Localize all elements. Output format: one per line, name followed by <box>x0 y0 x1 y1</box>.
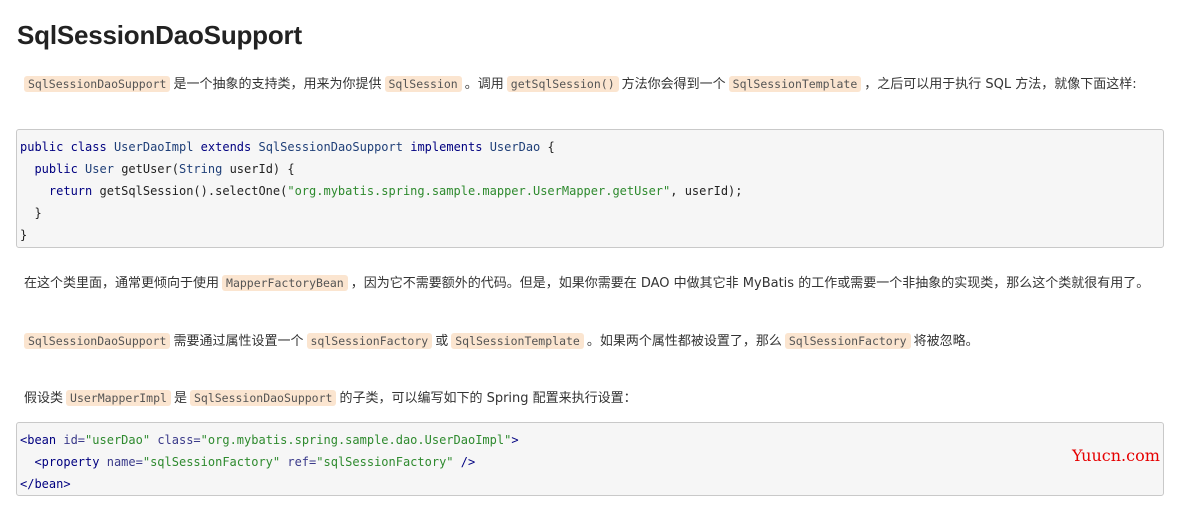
paragraph-text: 在这个类里面，通常更倾向于使用 <box>24 276 220 291</box>
paragraph-text: 是 <box>173 391 187 406</box>
usage-paragraph: 在这个类里面，通常更倾向于使用 MapperFactoryBean ，因为它不需要额… <box>24 272 1164 295</box>
java-code-block: public class UserDaoImpl extends SqlSess… <box>16 129 1164 248</box>
paragraph-text: ，因为它不需要额外的代码。但是，如果你需要在 DAO 中做其它非 MyBatis… <box>350 276 1150 291</box>
paragraph-text: 需要通过属性设置一个 <box>173 334 304 349</box>
paragraph-text: 或 <box>435 334 449 349</box>
paragraph-text: ，之后可以用于执行 SQL 方法，就像下面这样: <box>864 77 1137 92</box>
paragraph-text: 的子类，可以编写如下的 Spring 配置来执行设置： <box>339 391 637 406</box>
inline-code: SqlSessionDaoSupport <box>24 333 171 349</box>
paragraph-text: 方法你会得到一个 <box>621 77 726 92</box>
inline-code: UserMapperImpl <box>66 390 171 406</box>
code-line: <bean id="userDao" class="org.mybatis.sp… <box>20 433 519 447</box>
code-line: } <box>34 206 42 220</box>
watermark: Yuucn.com <box>1072 446 1160 465</box>
code-line: </bean> <box>20 477 71 491</box>
inline-code: SqlSession <box>384 76 462 92</box>
intro-paragraph: SqlSessionDaoSupport 是一个抽象的支持类，用来为你提供 SqlS… <box>24 73 1164 96</box>
inline-code: SqlSessionDaoSupport <box>189 390 337 406</box>
inline-code: SqlSessionDaoSupport <box>24 76 171 92</box>
code-line: } <box>20 228 28 242</box>
paragraph-text: 将被忽略。 <box>913 334 979 349</box>
xml-code-block: <bean id="userDao" class="org.mybatis.sp… <box>16 422 1164 496</box>
config-paragraph: 假设类 UserMapperImpl 是 SqlSessionDaoSupport 的子… <box>24 387 1164 410</box>
inline-code: SqlSessionTemplate <box>451 333 584 349</box>
paragraph-text: 。如果两个属性都被设置了，那么 <box>586 334 782 349</box>
paragraph-text: 假设类 <box>24 391 64 406</box>
paragraph-text: 。调用 <box>464 77 504 92</box>
inline-code: SqlSessionTemplate <box>728 76 862 92</box>
inline-code: MapperFactoryBean <box>222 275 348 291</box>
page-title: SqlSessionDaoSupport <box>17 20 302 50</box>
inline-code: sqlSessionFactory <box>306 333 433 349</box>
code-line: public User getUser(String userId) { <box>34 162 295 176</box>
document: SqlSessionDaoSupport SqlSessionDaoSuppor… <box>0 0 1181 512</box>
inline-code: SqlSessionFactory <box>784 333 911 349</box>
paragraph-text: 是一个抽象的支持类，用来为你提供 <box>173 77 382 92</box>
inline-code: getSqlSession() <box>506 76 619 92</box>
property-paragraph: SqlSessionDaoSupport 需要通过属性设置一个 sqlSession… <box>24 330 1164 353</box>
code-line: return getSqlSession().selectOne("org.my… <box>48 184 743 198</box>
code-line: public class UserDaoImpl extends SqlSess… <box>20 140 555 154</box>
code-line: <property name="sqlSessionFactory" ref="… <box>34 455 476 469</box>
